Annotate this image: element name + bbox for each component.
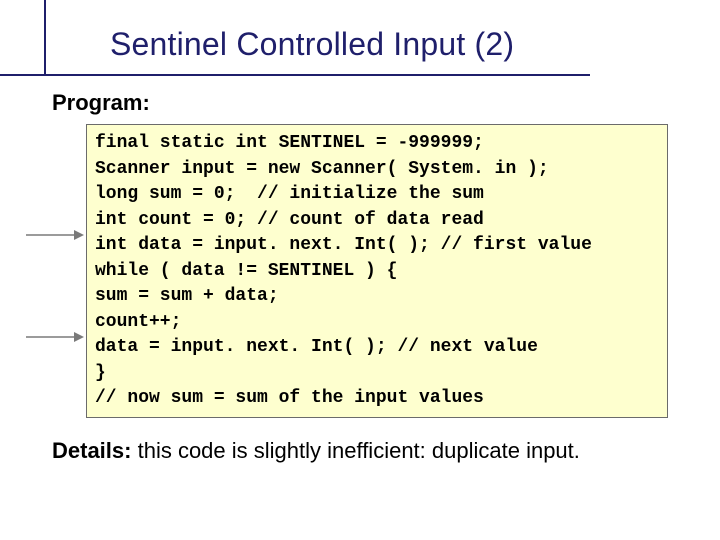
details-text: this code is slightly inefficient: dupli… <box>131 438 579 463</box>
title-vertical-rule <box>44 0 46 76</box>
arrow-icon <box>26 228 84 242</box>
program-label: Program: <box>52 90 150 116</box>
code-box: final static int SENTINEL = -999999; Sca… <box>86 124 668 418</box>
arrow-icon <box>26 330 84 344</box>
title-underline <box>0 74 590 76</box>
details-line: Details: this code is slightly inefficie… <box>52 438 690 464</box>
slide: Sentinel Controlled Input (2) Program: f… <box>0 0 720 540</box>
code-content: final static int SENTINEL = -999999; Sca… <box>95 131 659 412</box>
details-label: Details: <box>52 438 131 463</box>
slide-title: Sentinel Controlled Input (2) <box>110 26 690 63</box>
